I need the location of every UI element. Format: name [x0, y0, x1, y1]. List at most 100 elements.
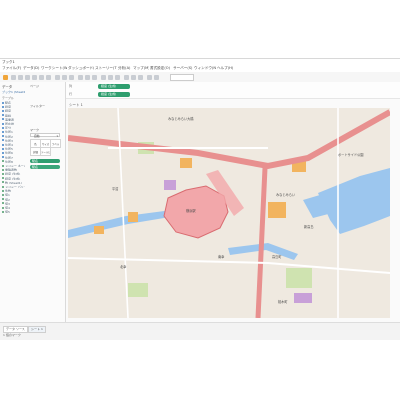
field-item[interactable]: 住所7 [2, 156, 25, 159]
menu-map[interactable]: マップ(M) [133, 66, 149, 71]
marks-field-pill-2[interactable]: 駅名 [30, 165, 60, 169]
menu-server[interactable]: サーバー(S) [173, 66, 193, 71]
swap-icon[interactable] [78, 74, 83, 80]
menu-format[interactable]: 書式設定(O) [150, 66, 172, 71]
run-update-icon[interactable] [46, 74, 51, 80]
field-item[interactable]: 駅名 [2, 101, 25, 104]
columns-pill[interactable]: 経度 (生成) [98, 84, 130, 89]
share-icon[interactable] [154, 74, 159, 80]
label-button[interactable]: ラベル [50, 139, 61, 148]
field-item[interactable]: 住所5 [2, 147, 25, 150]
menu-file[interactable]: ファイル(F) [2, 66, 22, 71]
sort-desc-icon[interactable] [92, 74, 97, 80]
field-label: 住所4 [5, 143, 13, 146]
map-view[interactable]: 横浜駅 みなとみらい 高島町 桜木町 平沼 北幸 南幸 新高島 ポートサイド公園… [68, 108, 390, 318]
highlight-icon[interactable] [101, 74, 106, 80]
field-item[interactable]: 数 (Sheet1) [2, 181, 25, 184]
duplicate-sheet-icon[interactable] [62, 74, 67, 80]
field-label: 区分 [5, 126, 12, 130]
field-label: 緯度 (生成) [5, 172, 21, 176]
clear-sheet-icon[interactable] [69, 74, 74, 80]
group-icon[interactable] [108, 74, 113, 80]
fix-axes-icon[interactable] [124, 74, 129, 80]
field-item[interactable]: 値5 [2, 210, 25, 213]
field-item[interactable]: 値2 [2, 198, 25, 201]
field-label: 住所6 [5, 151, 13, 155]
mark-type-value: 自動 [34, 134, 40, 138]
pause-updates-icon[interactable] [39, 74, 44, 80]
field-type-icon [2, 160, 4, 163]
field-label: 住所5 [5, 147, 13, 151]
label-icon[interactable] [115, 74, 120, 80]
menu-dashboard[interactable]: ダッシュボード(B) [68, 66, 94, 71]
status-bar: データ ソース シート 1 1 個のマーク [0, 322, 400, 340]
field-item[interactable]: メジャー ネーム [2, 164, 25, 167]
field-type-icon [2, 206, 4, 209]
field-item[interactable]: 住所6 [2, 151, 25, 154]
field-type-icon [2, 101, 4, 104]
field-item[interactable]: 住所3 [2, 139, 25, 142]
show-me-button[interactable] [170, 74, 194, 81]
menu-window[interactable]: ウィンドウ(N) [194, 66, 216, 71]
menu-story[interactable]: ストーリー(T) [95, 66, 117, 71]
rows-shelf[interactable]: 行 緯度 (生成) [66, 90, 400, 99]
map-building [94, 226, 104, 234]
presentation-icon[interactable] [147, 74, 152, 80]
rows-pill[interactable]: 緯度 (生成) [98, 92, 130, 97]
field-type-icon [2, 105, 4, 108]
field-item[interactable]: 緯度 [2, 105, 25, 108]
new-datasource-icon[interactable] [32, 74, 37, 80]
field-label: 住所8 [5, 159, 13, 163]
field-type-icon [2, 210, 4, 213]
map-label-ohashi: みなとみらい大橋 [168, 116, 194, 121]
field-item[interactable]: 値1 [2, 193, 25, 196]
menu-worksheet[interactable]: ワークシート(W) [41, 66, 67, 71]
field-item[interactable]: 緯度 (生成) [2, 172, 25, 175]
field-item[interactable]: 値3 [2, 202, 25, 205]
undo-icon[interactable] [11, 74, 16, 80]
show-hide-cards-icon[interactable] [138, 74, 143, 80]
mark-type-select[interactable]: 自動 ▾ [30, 133, 60, 138]
field-item[interactable]: 住所8 [2, 160, 25, 163]
map-label-kitasaiwai: 北幸 [120, 264, 127, 269]
field-item[interactable]: 経度 (生成) [2, 177, 25, 180]
field-item[interactable]: 値4 [2, 206, 25, 209]
menu-data[interactable]: データ(D) [23, 66, 40, 71]
marks-label: マーク [30, 128, 40, 132]
new-sheet-icon[interactable] [55, 74, 60, 80]
field-item[interactable]: 路線 [2, 114, 25, 117]
redo-icon[interactable] [18, 74, 23, 80]
field-item[interactable]: 所在地 [2, 122, 25, 125]
field-label: 経度 [5, 109, 12, 113]
datasource-name[interactable]: ブック1 (Sheet1) [2, 90, 25, 94]
map-label-sakuragicho: 桜木町 [278, 299, 288, 304]
field-item[interactable]: 住所1 [2, 130, 25, 133]
menu-analysis[interactable]: 分析(A) [118, 66, 132, 71]
menu-bar: ファイル(F) データ(D) ワークシート(W) ダッシュボード(B) ストーリ… [0, 65, 400, 72]
data-pane: データ ブック1 (Sheet1) テーブル 駅名 緯度 経度 路線 事業者 所在地 区分住… [0, 82, 28, 322]
field-item[interactable]: 経度 [2, 109, 25, 112]
field-item[interactable]: 乗降者数 [2, 168, 25, 171]
sort-asc-icon[interactable] [85, 74, 90, 80]
map-label-minatomirai: みなとみらい [276, 192, 295, 197]
field-item[interactable]: メジャー バリュー [2, 185, 25, 188]
field-type-icon [2, 147, 4, 150]
field-item[interactable]: 区分 [2, 126, 25, 129]
status-info: 1 個のマーク [3, 333, 21, 337]
menu-help[interactable]: ヘルプ(H) [217, 66, 235, 71]
field-type-icon [2, 118, 4, 121]
field-item[interactable]: 件数 [2, 189, 25, 192]
tab-sheet-1[interactable]: シート 1 [28, 326, 46, 333]
field-type-icon [2, 156, 4, 159]
field-item[interactable]: 住所4 [2, 143, 25, 146]
map-label-minamisaiwai: 南幸 [218, 254, 225, 259]
save-icon[interactable] [25, 74, 30, 80]
fit-icon[interactable] [131, 74, 136, 80]
tooltip-button[interactable]: ツールヒント [40, 147, 51, 156]
field-type-icon [2, 168, 4, 171]
field-item[interactable]: 事業者 [2, 118, 25, 121]
map-building-purple [294, 293, 312, 303]
marks-field-pill[interactable]: 駅名 [30, 159, 60, 163]
tab-datasource[interactable]: データ ソース [3, 326, 28, 333]
field-item[interactable]: 住所2 [2, 135, 25, 138]
